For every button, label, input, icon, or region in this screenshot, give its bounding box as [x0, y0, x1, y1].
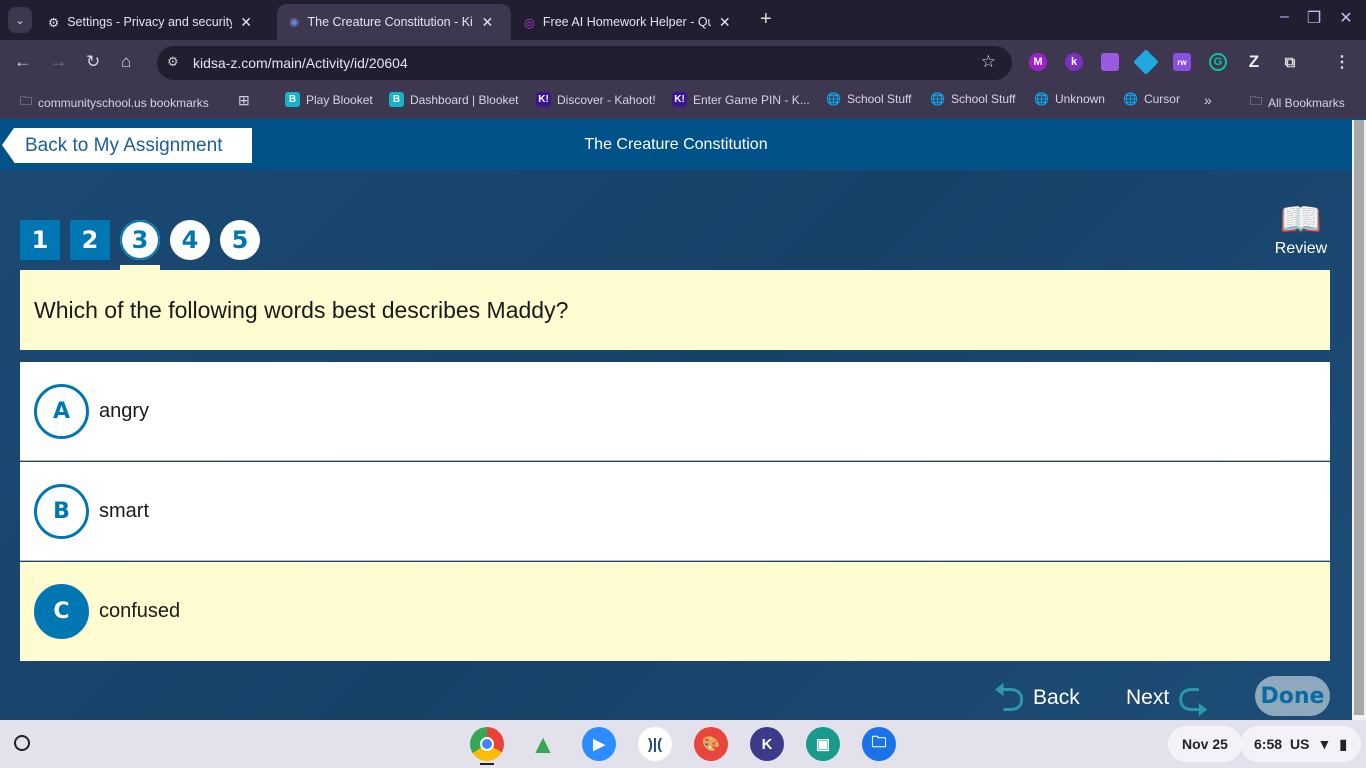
- home-icon[interactable]: ⌂: [121, 52, 131, 72]
- scrollbar[interactable]: [1352, 120, 1366, 720]
- active-app-indicator: [480, 763, 494, 765]
- globe-icon: 🌐: [826, 92, 841, 106]
- tab-strip: ⌄ ⚙ Settings - Privacy and security ✕ ✺ The…: [0, 0, 1366, 40]
- apps-icon[interactable]: ⊞: [238, 92, 250, 109]
- bookmark-play-blooket[interactable]: B Play Blooket: [285, 92, 373, 107]
- tab-settings[interactable]: ⚙ Settings - Privacy and security ✕: [36, 4, 264, 40]
- bookmark-enter-pin[interactable]: K! Enter Game PIN - K...: [672, 92, 810, 107]
- menu-icon[interactable]: ⋮: [1333, 53, 1351, 71]
- option-b[interactable]: Bsmart: [20, 462, 1330, 561]
- next-button[interactable]: Next ⮎: [1126, 676, 1210, 720]
- tab-creature-constitution[interactable]: ✺The Creature Constitution - Kids A-Z✕: [277, 4, 511, 40]
- date-pill[interactable]: Nov 25: [1168, 726, 1242, 762]
- battery-icon: ▮: [1339, 735, 1348, 752]
- zoom-icon[interactable]: ▶: [582, 727, 616, 761]
- bookmark-cursor[interactable]: 🌐 Cursor: [1123, 92, 1180, 106]
- back-nav-icon[interactable]: ←: [14, 52, 31, 72]
- blooket-icon: B: [285, 92, 300, 107]
- back-button[interactable]: ⮌ Back: [993, 676, 1080, 720]
- screencast-icon[interactable]: )|(: [638, 727, 672, 761]
- option-c[interactable]: Cconfused: [20, 562, 1330, 661]
- tab-search-button[interactable]: ⌄: [8, 7, 32, 33]
- question-4-button[interactable]: 4: [170, 220, 210, 260]
- grammarly-icon[interactable]: G: [1209, 53, 1227, 71]
- classroom-icon[interactable]: ▣: [806, 727, 840, 761]
- globe-icon: 🌐: [1034, 92, 1049, 106]
- close-icon[interactable]: ✕: [719, 14, 731, 31]
- folder-icon: 🗀: [1250, 94, 1263, 108]
- activity-title: The Creature Constitution: [584, 136, 768, 153]
- canvas-paint-icon[interactable]: 🎨: [694, 727, 728, 761]
- target-icon: ◎: [524, 15, 535, 30]
- all-bookmarks[interactable]: 🗀 All Bookmarks: [1250, 92, 1345, 113]
- status-tray[interactable]: 6:58 US ▼ ▮: [1240, 726, 1362, 762]
- question-3-button[interactable]: 3: [120, 220, 160, 260]
- new-tab-button[interactable]: +: [760, 8, 772, 31]
- more-bookmarks-icon[interactable]: »: [1204, 92, 1212, 108]
- files-icon[interactable]: 🗀: [862, 727, 896, 761]
- extension-puzzle-icon[interactable]: rw: [1173, 53, 1191, 71]
- blooket-icon: B: [389, 92, 404, 107]
- question-2-button[interactable]: 2: [70, 220, 110, 260]
- question-text: Which of the following words best descri…: [20, 270, 1330, 350]
- book-icon: 📖: [1279, 201, 1323, 239]
- address-bar[interactable]: ⚙ kidsa-z.com/main/Activity/id/20604 ☆: [157, 46, 1012, 80]
- review-button[interactable]: 📖 Review: [1268, 200, 1334, 258]
- close-window-icon[interactable]: ✕: [1339, 8, 1352, 28]
- tab-homework-helper[interactable]: ◎Free AI Homework Helper - Question.AI✕: [512, 4, 743, 40]
- kahoot-icon: K!: [672, 92, 687, 107]
- bookmark-school-stuff-1[interactable]: 🌐 School Stuff: [826, 92, 911, 106]
- launcher-icon[interactable]: [14, 735, 30, 751]
- question-1-button[interactable]: 1: [20, 220, 60, 260]
- bookmark-school-stuff-2[interactable]: 🌐 School Stuff: [930, 92, 1015, 106]
- bookmark-dashboard-blooket[interactable]: B Dashboard | Blooket: [389, 92, 519, 107]
- kids-az-icon: ✺: [289, 15, 300, 30]
- back-arrow-icon: ⮌: [993, 676, 1026, 720]
- bookmark-discover-kahoot[interactable]: K! Discover - Kahoot!: [536, 92, 656, 107]
- question-5-button[interactable]: 5: [220, 220, 260, 260]
- system-shelf: [0, 720, 1366, 768]
- gear-icon: ⚙: [48, 15, 60, 30]
- kami-icon[interactable]: K: [750, 727, 784, 761]
- extension-k-icon[interactable]: k: [1065, 53, 1083, 71]
- reload-icon[interactable]: ↻: [86, 52, 100, 72]
- extensions-icon[interactable]: ⧉: [1281, 53, 1299, 71]
- minimize-icon[interactable]: –: [1280, 8, 1289, 28]
- google-drive-icon[interactable]: ▲: [526, 727, 560, 761]
- globe-icon: 🌐: [1123, 92, 1138, 106]
- managed-folder-icon: 🗀: [20, 94, 33, 108]
- done-button[interactable]: Done: [1255, 676, 1330, 716]
- extension-z-icon[interactable]: Z: [1245, 52, 1263, 71]
- kahoot-icon: K!: [536, 92, 551, 107]
- next-arrow-icon: ⮎: [1177, 676, 1210, 720]
- restore-icon[interactable]: ❐: [1307, 8, 1321, 28]
- bookmark-communityschool[interactable]: 🗀 communityschool.us bookmarks: [20, 92, 209, 113]
- globe-icon: 🌐: [930, 92, 945, 106]
- option-a[interactable]: Aangry: [20, 362, 1330, 461]
- extension-m-icon[interactable]: M: [1029, 53, 1047, 71]
- close-icon[interactable]: ✕: [240, 14, 252, 31]
- forward-nav-icon[interactable]: →: [50, 52, 67, 72]
- site-settings-icon[interactable]: ⚙: [167, 54, 179, 70]
- extension-tag-icon[interactable]: [1101, 53, 1119, 71]
- bookmark-unknown[interactable]: 🌐 Unknown: [1034, 92, 1105, 106]
- wifi-icon: ▼: [1317, 736, 1332, 752]
- star-icon[interactable]: ☆: [981, 52, 996, 72]
- chrome-icon[interactable]: [470, 727, 504, 761]
- close-icon[interactable]: ✕: [481, 14, 493, 31]
